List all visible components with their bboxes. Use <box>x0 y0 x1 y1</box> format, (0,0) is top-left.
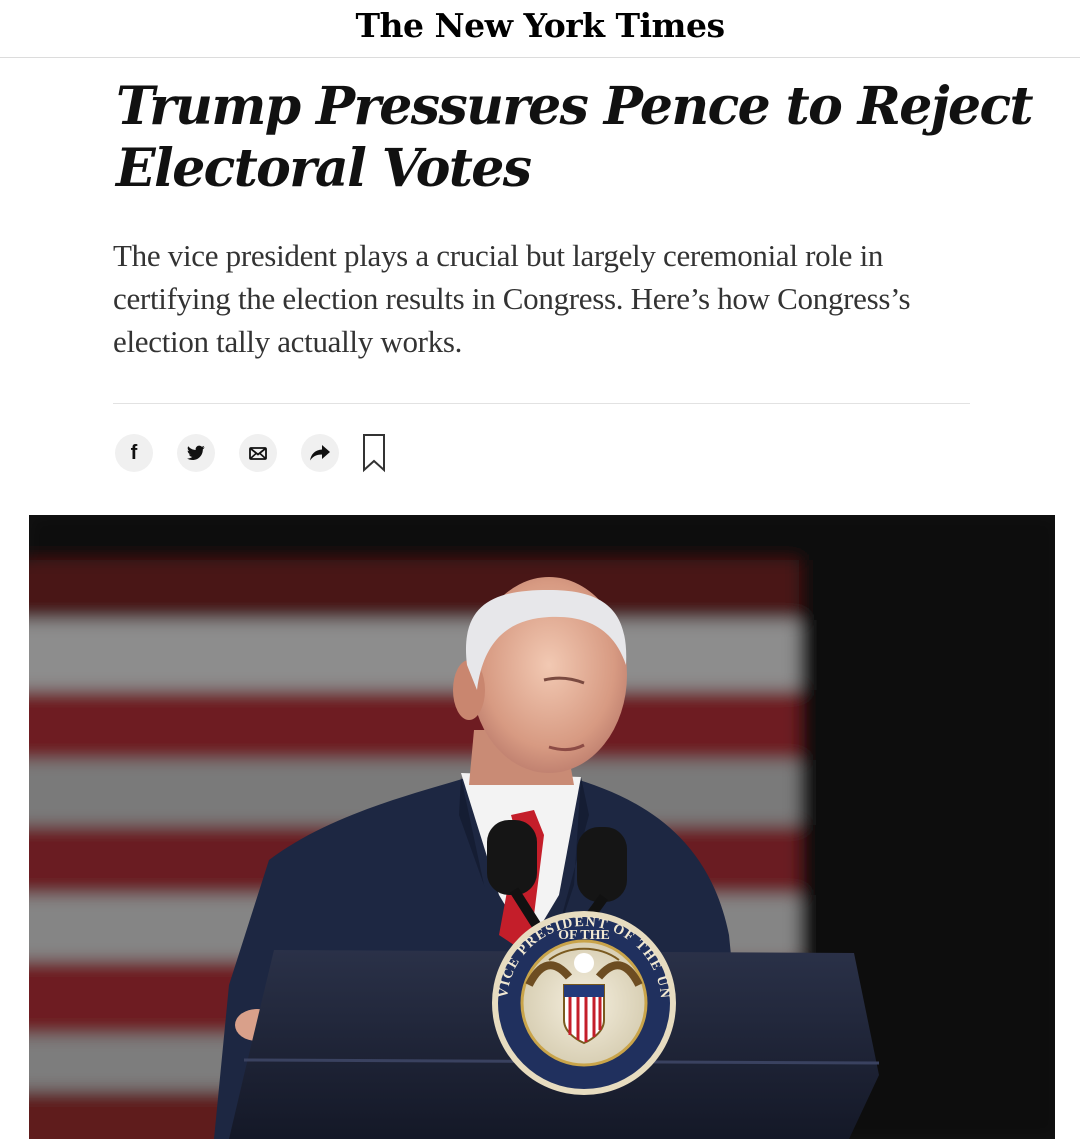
article-headline: Trump Pressures Pence to Reject Electora… <box>116 76 1034 199</box>
divider <box>113 403 970 404</box>
email-share-button[interactable] <box>239 434 277 472</box>
facebook-share-button[interactable]: f <box>115 434 153 472</box>
more-share-button[interactable] <box>301 434 339 472</box>
share-toolbar: f <box>115 432 387 474</box>
article-summary: The vice president plays a crucial but l… <box>113 238 911 359</box>
nyt-logo[interactable]: The New York Times <box>355 6 725 45</box>
bookmark-icon[interactable] <box>361 433 387 473</box>
masthead: The New York Times <box>0 0 1080 58</box>
share-arrow-icon <box>310 445 330 461</box>
email-icon <box>249 446 267 460</box>
twitter-icon <box>187 445 205 461</box>
article-photo: OF THE VICE PRESIDENT OF THE UNITED STAT… <box>29 515 1055 1139</box>
twitter-share-button[interactable] <box>177 434 215 472</box>
facebook-icon: f <box>130 442 138 464</box>
